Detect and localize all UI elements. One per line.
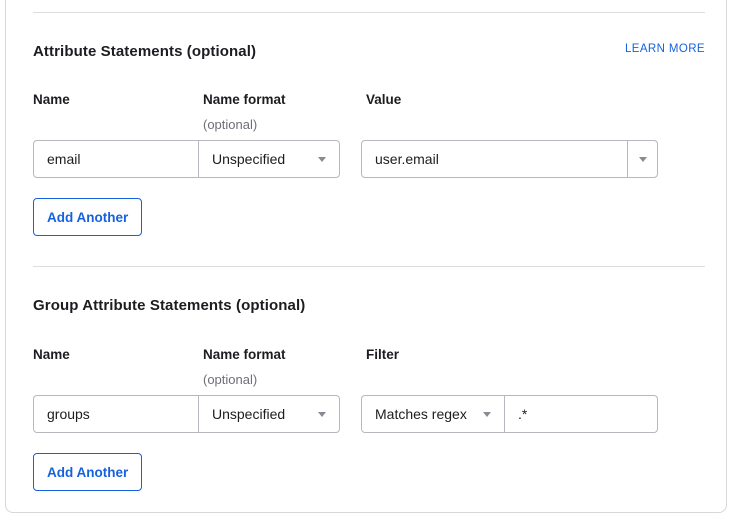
group-attribute-statements-title: Group Attribute Statements (optional): [33, 297, 305, 314]
group-name-and-format-group: Unspecified: [33, 395, 340, 433]
chevron-down-icon: [318, 157, 326, 162]
group-filter-field-segment: [504, 396, 657, 432]
chevron-down-icon: [639, 157, 647, 162]
column-label-name-format: Name format: [203, 92, 286, 107]
group-filter-input[interactable]: [505, 396, 657, 432]
add-another-attribute-button[interactable]: Add Another: [33, 198, 142, 236]
group-filter-group: Matches regex: [361, 395, 658, 433]
add-another-group-attribute-button[interactable]: Add Another: [33, 453, 142, 491]
attribute-statements-title: Attribute Statements (optional): [33, 43, 256, 60]
attr-value-input[interactable]: [362, 141, 627, 177]
section-divider: [33, 12, 705, 13]
column-label-name: Name: [33, 92, 70, 107]
attr-name-format-value: Unspecified: [212, 151, 285, 167]
attr-value-field-segment: [362, 141, 627, 177]
attr-name-field-segment: [34, 141, 198, 177]
group-name-format-select[interactable]: Unspecified: [198, 396, 339, 432]
column-label-name: Name: [33, 347, 70, 362]
section-divider: [33, 266, 705, 267]
settings-card: [5, 0, 727, 513]
group-filter-type-value: Matches regex: [375, 406, 467, 422]
chevron-down-icon: [483, 412, 491, 417]
column-sublabel-optional: (optional): [203, 117, 257, 132]
attr-name-and-format-group: Unspecified: [33, 140, 340, 178]
attr-value-dropdown-button[interactable]: [627, 141, 657, 177]
column-sublabel-optional: (optional): [203, 372, 257, 387]
column-label-value: Value: [366, 92, 401, 107]
group-name-format-value: Unspecified: [212, 406, 285, 422]
learn-more-link[interactable]: LEARN MORE: [625, 43, 705, 55]
chevron-down-icon: [318, 412, 326, 417]
attr-value-combobox: [361, 140, 658, 178]
saml-settings-panel: Attribute Statements (optional) LEARN MO…: [0, 0, 737, 530]
group-filter-type-select[interactable]: Matches regex: [362, 396, 504, 432]
attr-name-format-select[interactable]: Unspecified: [198, 141, 339, 177]
attr-name-input[interactable]: [34, 141, 198, 177]
group-name-field-segment: [34, 396, 198, 432]
group-name-input[interactable]: [34, 396, 198, 432]
column-label-name-format: Name format: [203, 347, 286, 362]
column-label-filter: Filter: [366, 347, 399, 362]
